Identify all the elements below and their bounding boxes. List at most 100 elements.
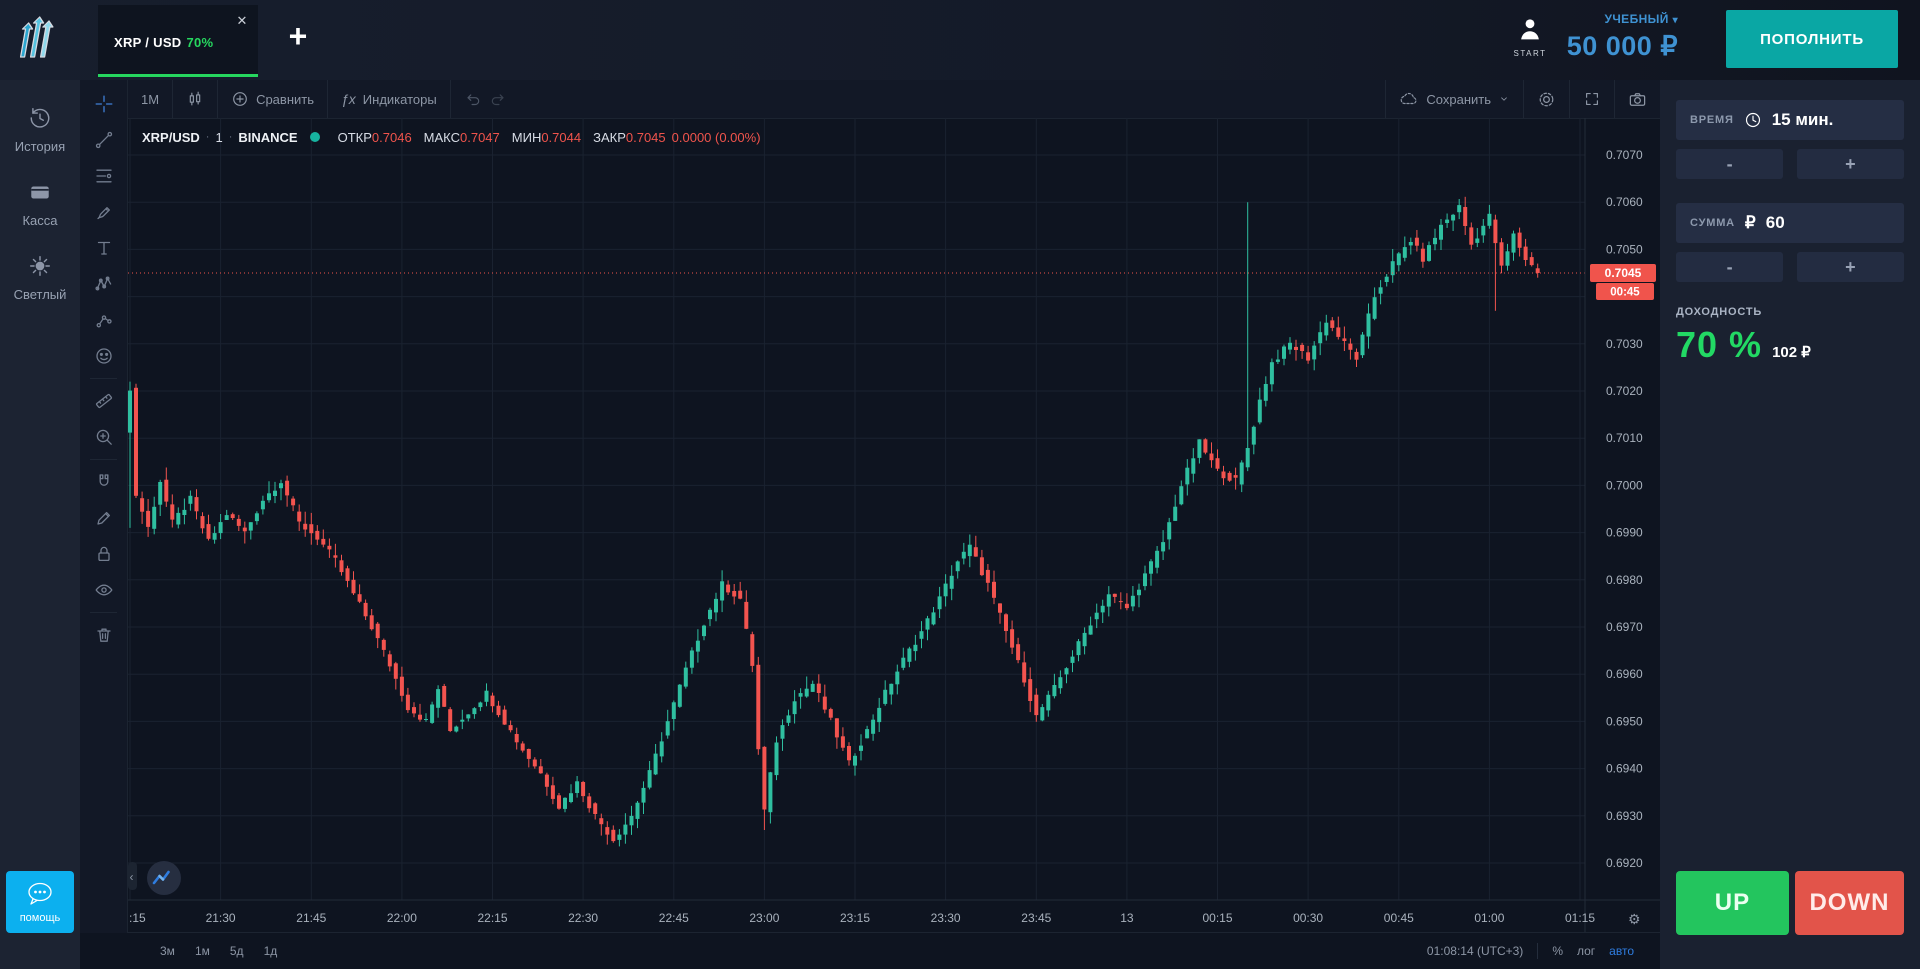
- save-layout-button[interactable]: Сохранить: [1385, 80, 1524, 118]
- candles: [128, 197, 1540, 847]
- undo-icon[interactable]: [464, 90, 482, 108]
- clock-utc[interactable]: 01:08:14 (UTC+3): [1427, 944, 1523, 958]
- current-price-badge: 0.7045: [1590, 264, 1656, 282]
- sidebar-item-cashier[interactable]: Касса: [0, 180, 80, 228]
- compare-button[interactable]: Сравнить: [218, 80, 328, 118]
- legend-open: 0.7046: [372, 130, 412, 145]
- indicators-button[interactable]: ƒx Индикаторы: [328, 80, 451, 118]
- tool-trendline[interactable]: [80, 122, 127, 158]
- chat-bubble-icon: [25, 881, 55, 907]
- smiley-icon: [94, 346, 114, 366]
- tab-payout: 70%: [186, 35, 213, 50]
- svg-text:21:30: 21:30: [206, 911, 236, 925]
- down-button[interactable]: DOWN: [1795, 871, 1904, 935]
- eye-icon: [94, 580, 114, 600]
- top-bar: XRP / USD70% ✕ + START УЧЕБНЫЙ ▾ 50 000 …: [0, 0, 1920, 80]
- svg-text:22:15: 22:15: [477, 911, 507, 925]
- trash-icon: [94, 625, 114, 645]
- tool-forecast[interactable]: [80, 302, 127, 338]
- tab-title: XRP / USD70%: [114, 35, 213, 50]
- tool-pattern[interactable]: [80, 266, 127, 302]
- svg-text:0.7010: 0.7010: [1606, 431, 1643, 445]
- svg-text:22:30: 22:30: [568, 911, 598, 925]
- account-start[interactable]: START: [1508, 16, 1552, 58]
- svg-text:0.6980: 0.6980: [1606, 573, 1643, 587]
- amount-plus-button[interactable]: +: [1797, 252, 1904, 282]
- cloud-icon: [1399, 90, 1419, 108]
- payout-label: ДОХОДНОСТЬ: [1676, 306, 1904, 318]
- tool-text[interactable]: [80, 230, 127, 266]
- tool-lock[interactable]: [80, 536, 127, 572]
- svg-text:0.6930: 0.6930: [1606, 809, 1643, 823]
- log-scale-toggle[interactable]: лог: [1577, 944, 1595, 958]
- tab-xrp-usd[interactable]: XRP / USD70% ✕: [98, 5, 258, 77]
- svg-text:22:00: 22:00: [387, 911, 417, 925]
- left-sidebar: История Касса Светлый: [0, 80, 80, 969]
- tool-draw[interactable]: [80, 500, 127, 536]
- chevron-down-icon: [1498, 93, 1510, 105]
- help-button[interactable]: помощь: [6, 871, 74, 933]
- svg-text:23:45: 23:45: [1021, 911, 1051, 925]
- svg-text:0.6940: 0.6940: [1606, 762, 1643, 776]
- time-plus-button[interactable]: +: [1797, 149, 1904, 179]
- time-minus-button[interactable]: -: [1676, 149, 1783, 179]
- svg-text:0.7020: 0.7020: [1606, 384, 1643, 398]
- history-icon: [28, 106, 52, 130]
- start-label: START: [1508, 49, 1552, 58]
- sidebar-item-theme[interactable]: Светлый: [0, 254, 80, 302]
- time-axis[interactable]: :1521:3021:4522:0022:1522:3022:4523:0023…: [129, 911, 1641, 927]
- trade-panel: ВРЕМЯ 15 мин. - + СУММА ₽ 60 - + ДОХОДНО…: [1660, 80, 1920, 969]
- tool-ruler[interactable]: [80, 383, 127, 419]
- tab-close-icon[interactable]: ✕: [234, 13, 250, 29]
- tool-fib[interactable]: [80, 158, 127, 194]
- candlestick-chart[interactable]: 0.70700.70600.70500.70300.70200.70100.70…: [128, 118, 1660, 933]
- tool-brush[interactable]: [80, 194, 127, 230]
- brand-logo-icon[interactable]: [10, 14, 66, 66]
- amount-box[interactable]: СУММА ₽ 60: [1676, 203, 1904, 243]
- time-value: 15 мин.: [1772, 110, 1834, 130]
- tool-magnet[interactable]: [80, 464, 127, 500]
- pattern-icon: [94, 274, 114, 294]
- legend-close: 0.7045: [626, 130, 666, 145]
- auto-scale-toggle[interactable]: авто: [1609, 944, 1634, 958]
- chart-legend[interactable]: XRP/USD ·1 ·BINANCE ОТКР0.7046 МАКС0.704…: [142, 128, 761, 146]
- tool-trash[interactable]: [80, 617, 127, 653]
- tool-eye[interactable]: [80, 572, 127, 608]
- market-status-icon: [310, 132, 320, 142]
- candles-icon: [186, 90, 204, 108]
- redo-icon[interactable]: [489, 90, 507, 108]
- range-button[interactable]: 1д: [264, 944, 278, 958]
- add-tab-button[interactable]: +: [280, 18, 316, 54]
- amount-minus-button[interactable]: -: [1676, 252, 1783, 282]
- tool-smiley[interactable]: [80, 338, 127, 374]
- range-button[interactable]: 3м: [160, 944, 175, 958]
- compare-plus-icon: [231, 90, 249, 108]
- chart-watermark-icon[interactable]: [147, 861, 181, 895]
- legend-exchange: BINANCE: [238, 130, 297, 145]
- snapshot-button[interactable]: [1615, 80, 1660, 118]
- fullscreen-button[interactable]: [1570, 80, 1615, 118]
- payout-amount: 102 ₽: [1772, 343, 1811, 361]
- forecast-icon: [94, 310, 114, 330]
- chart-style-button[interactable]: [173, 80, 218, 118]
- svg-text::15: :15: [129, 911, 146, 925]
- account-info[interactable]: УЧЕБНЫЙ ▾ 50 000 ₽: [1560, 12, 1678, 62]
- time-box[interactable]: ВРЕМЯ 15 мин.: [1676, 100, 1904, 140]
- axis-settings-icon: ⚙: [1628, 911, 1641, 927]
- percent-scale-toggle[interactable]: %: [1552, 944, 1563, 958]
- range-button[interactable]: 1м: [195, 944, 210, 958]
- price-axis[interactable]: 0.70700.70600.70500.70300.70200.70100.70…: [1606, 148, 1643, 870]
- tool-zoom-in[interactable]: [80, 419, 127, 455]
- user-icon: [1517, 16, 1543, 42]
- up-button[interactable]: UP: [1676, 871, 1789, 935]
- range-button[interactable]: 5д: [230, 944, 244, 958]
- tool-crosshair[interactable]: [80, 86, 127, 122]
- collapse-toolbar-handle[interactable]: ‹: [128, 862, 137, 890]
- sidebar-item-history[interactable]: История: [0, 106, 80, 154]
- legend-low: 0.7044: [541, 130, 581, 145]
- ruble-icon: ₽: [1745, 213, 1756, 233]
- deposit-button[interactable]: ПОПОЛНИТЬ: [1726, 10, 1898, 68]
- interval-button[interactable]: 1М: [128, 80, 173, 118]
- svg-text:0.6950: 0.6950: [1606, 714, 1643, 728]
- chart-settings-button[interactable]: [1524, 80, 1570, 118]
